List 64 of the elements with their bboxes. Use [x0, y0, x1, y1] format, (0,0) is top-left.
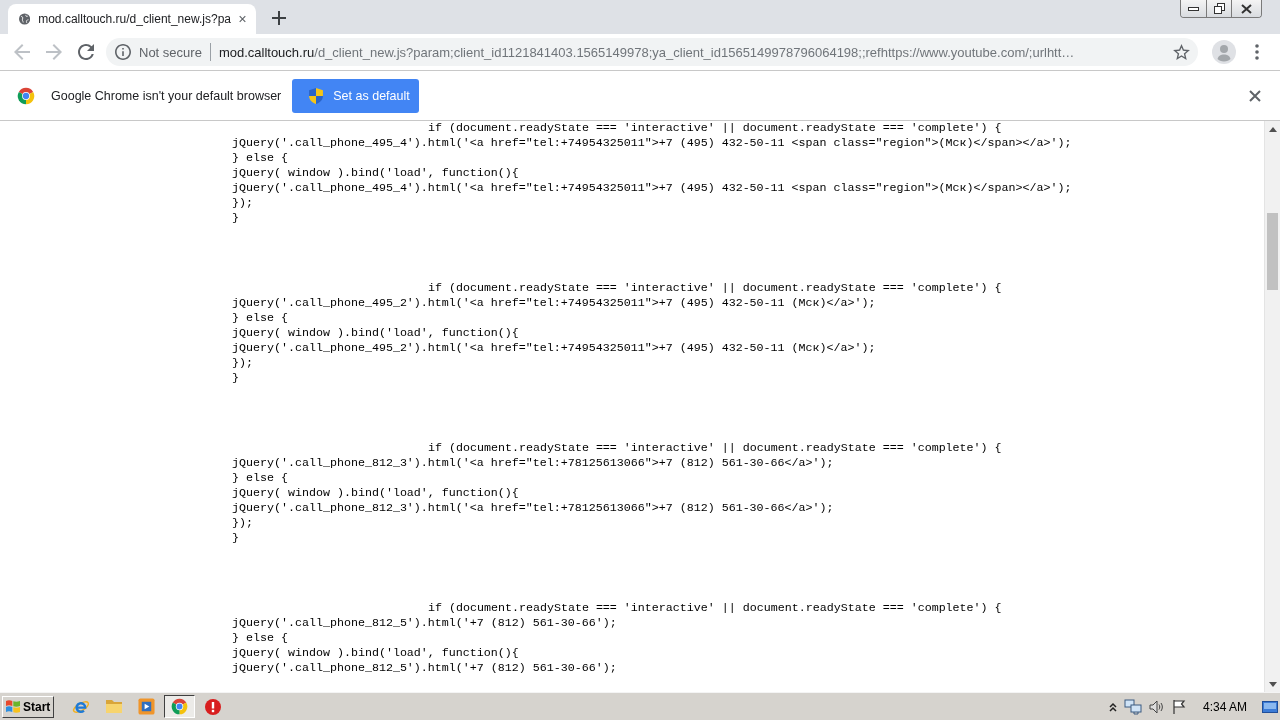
scroll-down-icon[interactable] — [1268, 681, 1277, 687]
restore-icon — [1213, 3, 1225, 14]
code-line: if (document.readyState === 'interactive' || document.readyState === 'complete') { — [428, 281, 1002, 296]
chevron-up-icon[interactable] — [1108, 701, 1117, 712]
alert-icon — [204, 698, 221, 715]
flag-logo-icon — [5, 699, 21, 714]
code-line: if (document.readyState === 'interactive' || document.readyState === 'complete') { — [428, 441, 1002, 456]
infobar-message: Google Chrome isn't your default browser — [51, 88, 282, 103]
code-line: } — [232, 371, 239, 386]
code-line: jQuery('.call_phone_495_4').html('<a href="tel:+74954325011">+7 (495) 432-50-11 <span class="region">(Мск)</span></a>'); — [232, 181, 1072, 196]
minimize-icon — [1188, 6, 1199, 11]
code-line: jQuery('.call_phone_812_3').html('<a href="tel:+78125613066">+7 (812) 561-30-66</a>'); — [232, 456, 834, 471]
scroll-up-icon[interactable] — [1268, 126, 1277, 132]
code-line: jQuery('.call_phone_812_3').html('<a href="tel:+78125613066">+7 (812) 561-30-66</a>'); — [232, 501, 834, 516]
code-line: if (document.readyState === 'interactive' || document.readyState === 'complete') { — [428, 601, 1002, 616]
code-line: }); — [232, 356, 253, 371]
code-line: jQuery('.call_phone_812_5').html('+7 (812) 561-30-66'); — [232, 661, 617, 676]
info-icon[interactable] — [115, 44, 131, 60]
browser-logo-icon — [17, 86, 35, 105]
set-default-button[interactable]: Set as default — [292, 78, 420, 113]
code-line: } else { — [232, 151, 288, 166]
menu-icon[interactable] — [1255, 44, 1259, 60]
globe-icon — [19, 11, 31, 27]
code-line: jQuery('.call_phone_495_4').html('<a href="tel:+74954325011">+7 (495) 432-50-11 <span class="region">(Мск)</span></a>'); — [232, 136, 1072, 151]
code-line: } else { — [232, 471, 288, 486]
close-button[interactable] — [1231, 0, 1261, 17]
flag-icon[interactable] — [1171, 698, 1186, 715]
code-line: jQuery('.call_phone_495_2').html('<a href="tel:+74954325011">+7 (495) 432-50-11 (Мск)</a>'); — [232, 341, 876, 356]
network-icon[interactable] — [1123, 698, 1142, 715]
code-line: jQuery( window ).bind('load', function(){ — [232, 166, 519, 181]
clock-time[interactable]: 4:34 AM — [1202, 699, 1247, 714]
show-desktop-icon[interactable] — [1262, 700, 1278, 713]
close-icon[interactable] — [239, 14, 246, 24]
code-line: } — [232, 531, 239, 546]
code-line: jQuery( window ).bind('load', function(){ — [232, 646, 519, 661]
code-line: } else { — [232, 311, 288, 326]
code-line: }); — [232, 196, 253, 211]
folder-icon — [104, 699, 123, 714]
code-line: } else { — [232, 631, 288, 646]
speaker-icon[interactable] — [1148, 698, 1165, 715]
start-button[interactable]: Start — [2, 695, 54, 718]
security-label: Not secure — [139, 44, 202, 60]
shield-icon — [309, 87, 324, 104]
close-icon — [1241, 3, 1252, 14]
reload-icon[interactable] — [78, 44, 94, 60]
code-line: jQuery('.call_phone_495_2').html('<a href="tel:+74954325011">+7 (495) 432-50-11 (Мск)</a>'); — [232, 296, 876, 311]
play-icon — [138, 698, 155, 715]
minimize-button[interactable] — [1181, 0, 1206, 17]
url-text: mod.calltouch.ru/d_client_new.js?param;client_id1121841403.1565149978;ya_client_id1565149978796064198;;refhttps://www.youtube.com/;urlhtt… — [218, 44, 1076, 60]
code-line: }); — [232, 516, 253, 531]
scrollbar-thumb[interactable] — [1267, 213, 1278, 290]
code-line: jQuery('.call_phone_812_5').html('+7 (812) 561-30-66'); — [232, 616, 617, 631]
restore-button[interactable] — [1206, 0, 1231, 17]
address-bar[interactable]: Not secure mod.calltouch.ru/d_client_new.js?param;client_id1121841403.1565149978;ya_client_id1565149978796064198;;refhttps://www.youtube.com/;urlhtt… — [106, 38, 1198, 66]
code-line: if (document.readyState === 'interactive' || document.readyState === 'complete') { — [428, 121, 1002, 136]
close-icon[interactable] — [1249, 89, 1261, 102]
taskbar-button[interactable] — [164, 695, 195, 718]
code-line: jQuery( window ).bind('load', function(){ — [232, 486, 519, 501]
star-icon[interactable] — [1173, 44, 1190, 60]
code-line: } — [232, 211, 239, 226]
plus-icon[interactable] — [272, 11, 286, 25]
code-line: jQuery( window ).bind('load', function(){ — [232, 326, 519, 341]
browser-tab[interactable]: mod.calltouch.ru/d_client_new.js?pa — [8, 4, 256, 34]
browser-icon — [171, 698, 188, 715]
